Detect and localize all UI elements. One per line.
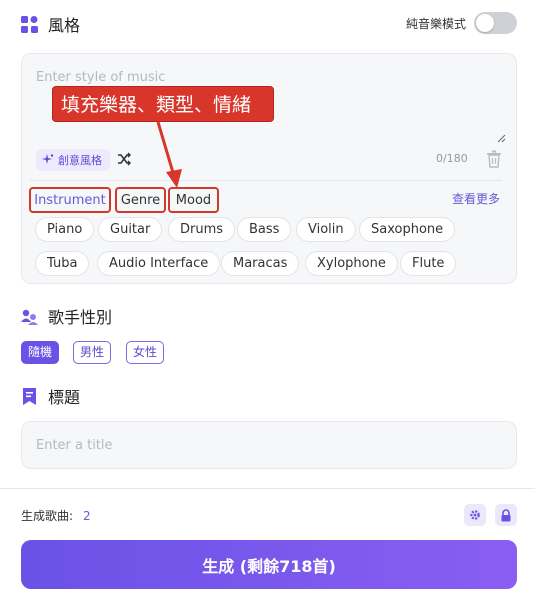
trash-icon[interactable] [486, 150, 502, 168]
instrumental-mode-toggle[interactable] [474, 12, 517, 34]
annotation-arrow-icon [156, 121, 182, 188]
style-section-header: 風格 [21, 12, 80, 36]
creative-style-label: 創意風格 [58, 154, 102, 167]
tab-instrument[interactable]: Instrument [29, 187, 111, 213]
lock-icon [501, 508, 511, 521]
tab-genre[interactable]: Genre [115, 187, 166, 213]
singer-icon [21, 309, 38, 325]
footer-divider [0, 488, 535, 489]
view-more-link[interactable]: 查看更多 [452, 190, 500, 207]
chip-saxophone[interactable]: Saxophone [359, 217, 456, 242]
gender-option-male[interactable]: 男性 [73, 341, 112, 364]
style-icon [21, 15, 38, 33]
annotation-callout: 填充樂器、類型、情緒 [52, 86, 274, 122]
style-section-title: 風格 [48, 16, 81, 35]
bookmark-icon [23, 387, 36, 405]
lock-button[interactable] [495, 504, 517, 526]
chip-maracas[interactable]: Maracas [221, 251, 300, 276]
songs-count-row: 生成歌曲: 2 [21, 507, 91, 524]
gender-option-random[interactable]: 隨機 [21, 341, 60, 364]
gender-section-title: 歌手性別 [48, 308, 113, 327]
style-input-placeholder[interactable]: Enter style of music [36, 70, 165, 85]
chip-drums[interactable]: Drums [168, 217, 236, 242]
chip-guitar[interactable]: Guitar [98, 217, 163, 242]
gender-option-female[interactable]: 女性 [126, 341, 165, 364]
sparkle-icon [42, 154, 54, 164]
resize-grip-icon[interactable] [496, 133, 506, 143]
chip-violin[interactable]: Violin [296, 217, 356, 242]
title-section-header: 標題 [21, 384, 80, 408]
songs-count-value[interactable]: 2 [83, 509, 91, 523]
generate-button[interactable]: 生成 (剩餘718首) [21, 540, 517, 589]
chip-piano[interactable]: Piano [35, 217, 95, 242]
shuffle-icon[interactable] [117, 152, 131, 166]
tab-mood[interactable]: Mood [168, 187, 219, 213]
songs-count-label: 生成歌曲: [21, 509, 74, 523]
title-section-title: 標題 [48, 388, 81, 407]
character-counter: 0/180 [436, 152, 468, 165]
instrumental-mode-label: 純音樂模式 [405, 17, 466, 31]
toggle-knob [476, 14, 494, 32]
chip-audio-interface[interactable]: Audio Interface [97, 251, 221, 276]
title-input[interactable] [21, 421, 517, 469]
chip-bass[interactable]: Bass [237, 217, 292, 242]
gender-section-header: 歌手性別 [21, 304, 112, 328]
creative-style-button[interactable]: 創意風格 [36, 149, 110, 171]
gear-icon [470, 510, 480, 520]
settings-button[interactable] [464, 504, 486, 526]
card-divider [30, 180, 502, 181]
chip-xylophone[interactable]: Xylophone [305, 251, 398, 276]
chip-tuba[interactable]: Tuba [35, 251, 90, 276]
chip-flute[interactable]: Flute [400, 251, 457, 276]
